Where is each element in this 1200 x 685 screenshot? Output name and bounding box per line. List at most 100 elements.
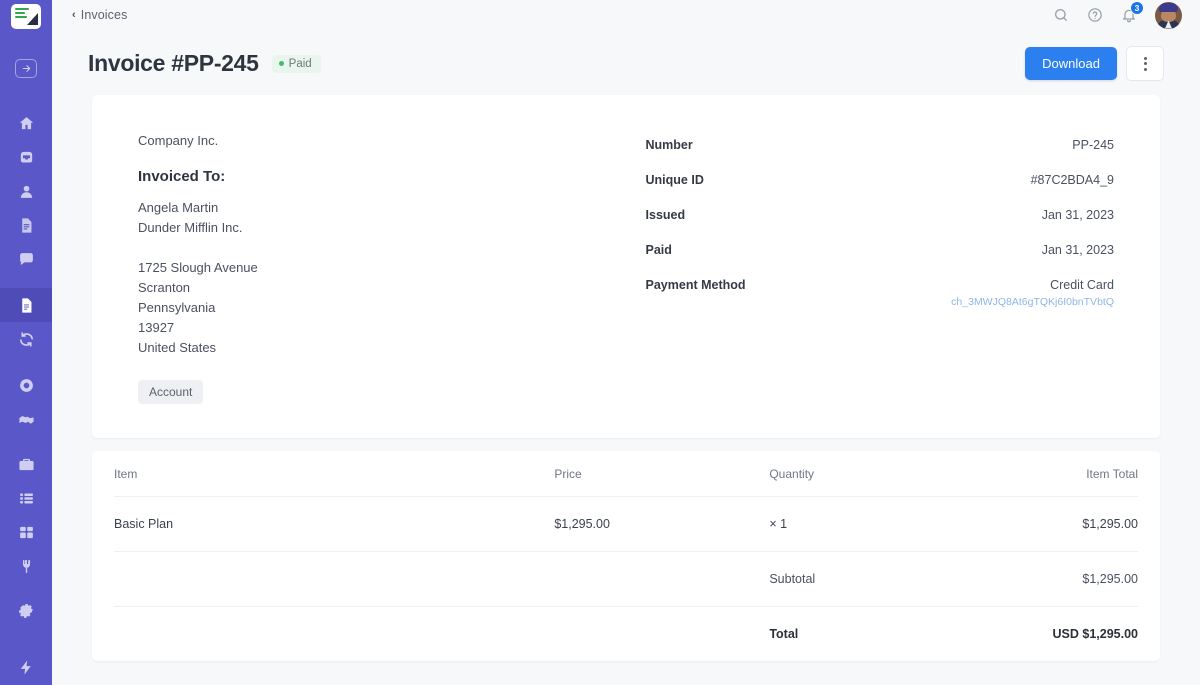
target-icon [18,377,35,394]
detail-value: Jan 31, 2023 [1041,243,1114,257]
plug-icon [18,558,35,575]
column-header-price: Price [554,451,770,497]
cell-total-value: USD $1,295.00 [1052,627,1138,641]
status-dot-icon [278,61,284,66]
sidebar-item-partners[interactable] [0,402,52,436]
sidebar-item-settings[interactable] [0,596,52,630]
main-content: ‹ Invoices 3 Invoice #PP-245 Paid Downlo… [52,0,1200,685]
cell-quantity: × 1 [769,496,985,552]
grid-icon [18,524,35,541]
arrow-right-circle-icon [15,58,37,78]
handshake-icon [18,411,35,428]
status-badge: Paid [271,54,321,73]
toolbox-icon [18,456,35,473]
column-header-quantity: Quantity [769,451,985,497]
sidebar-item-apps[interactable] [0,516,52,550]
customer-address: 1725 Slough Avenue Scranton Pennsylvania… [138,258,646,358]
page-header: Invoice #PP-245 Paid Download [52,30,1200,95]
sidebar-item-messages[interactable] [0,243,52,277]
cell-empty [114,551,555,607]
table-row: Basic Plan $1,295.00 × 1 $1,295.00 [114,496,1138,552]
sidebar-item-forms[interactable] [0,209,52,243]
table-head: Item Price Quantity Item Total [114,451,1138,497]
user-icon [18,183,35,200]
status-label: Paid [288,57,312,70]
cell-subtotal-label: Subtotal [769,551,985,607]
payment-method-top: Payment Method Credit Card [646,278,1114,292]
sidebar-item-home[interactable] [0,107,52,141]
sidebar-item-inbox[interactable] [0,141,52,175]
address-line: 13927 [138,320,175,335]
help-circle-icon[interactable] [1087,7,1103,23]
sidebar [0,0,52,685]
customer-name: Angela Martin [138,200,219,215]
detail-label: Payment Method [645,278,746,292]
detail-row-paid: Paid Jan 31, 2023 [646,243,1114,257]
home-icon [18,115,35,132]
sidebar-item-subscriptions[interactable] [0,322,52,356]
cell-empty [554,607,769,662]
avatar-hair [1159,2,1178,12]
detail-row-issued: Issued Jan 31, 2023 [646,208,1114,222]
invoiced-to-heading: Invoiced To: [138,168,226,185]
cell-price: $1,295.00 [554,496,770,552]
sidebar-item-collapse[interactable] [0,51,52,85]
document-icon [18,217,35,234]
list-icon [18,490,35,507]
sidebar-item-invoices[interactable] [0,288,52,323]
address-line: Pennsylvania [138,300,216,315]
invoice-icon [18,297,35,314]
more-options-button[interactable] [1126,46,1164,81]
address-line: United States [138,340,217,355]
detail-label: Issued [645,208,686,222]
detail-row-payment-method: Payment Method Credit Card ch_3MWJQ8At6g… [646,278,1114,308]
sidebar-item-lists[interactable] [0,482,52,516]
invoice-info-card: Company Inc. Invoiced To: Angela Martin … [92,95,1160,438]
search-icon[interactable] [1053,7,1069,23]
table-row-total: Total USD $1,295.00 [114,607,1138,662]
chat-bubble-icon [18,251,35,268]
cell-empty [114,607,554,662]
breadcrumb-label: Invoices [80,8,128,22]
charge-id-link[interactable]: ch_3MWJQ8At6gTQKj6I0bnTVbtQ [646,296,1114,308]
customer-company: Dunder Mifflin Inc. [138,220,243,235]
topbar: ‹ Invoices 3 [52,0,1200,30]
page-title: Invoice #PP-245 [88,50,259,76]
cell-subtotal-value: $1,295.00 [984,551,1138,607]
chevron-left-icon: ‹ [72,9,76,21]
invoice-details-column: Number PP-245 Unique ID #87C2BDA4_9 Issu… [646,133,1114,404]
cell-item-total: $1,295.00 [984,496,1138,552]
address-line: 1725 Slough Avenue [138,260,258,275]
sidebar-item-toolbox[interactable] [0,448,52,482]
notification-badge: 3 [1130,1,1144,15]
detail-label: Unique ID [645,173,704,187]
company-name: Company Inc. [138,133,219,148]
detail-label: Number [645,138,693,152]
sidebar-item-activity[interactable] [0,651,52,685]
invoice-billing-column: Company Inc. Invoiced To: Angela Martin … [138,133,646,404]
address-line: Scranton [138,280,191,295]
account-tag[interactable]: Account [138,380,204,404]
bolt-icon [18,659,35,676]
sidebar-item-integrations[interactable] [0,550,52,584]
detail-value: #87C2BDA4_9 [1030,173,1114,187]
gear-icon [18,604,35,621]
detail-value: PP-245 [1072,138,1114,152]
invoice-items-table: Item Price Quantity Item Total Basic Pla… [114,451,1138,661]
table-row-subtotal: Subtotal $1,295.00 [114,551,1138,607]
breadcrumb-back-invoices[interactable]: ‹ Invoices [72,8,127,22]
sidebar-item-automation[interactable] [0,368,52,402]
download-button[interactable]: Download [1025,47,1117,80]
detail-value: Jan 31, 2023 [1041,208,1114,222]
cell-empty [554,551,770,607]
user-avatar[interactable] [1155,1,1182,29]
table-body: Basic Plan $1,295.00 × 1 $1,295.00 Subto… [114,496,1138,662]
cell-item: Basic Plan [114,496,555,552]
table-header-row: Item Price Quantity Item Total [114,451,1138,497]
topbar-actions: 3 [1053,1,1182,29]
bell-icon[interactable]: 3 [1121,1,1144,23]
logo-triangle [27,13,38,26]
column-header-item-total: Item Total [984,451,1138,497]
paperform-logo[interactable] [11,4,41,30]
sidebar-item-contacts[interactable] [0,175,52,209]
